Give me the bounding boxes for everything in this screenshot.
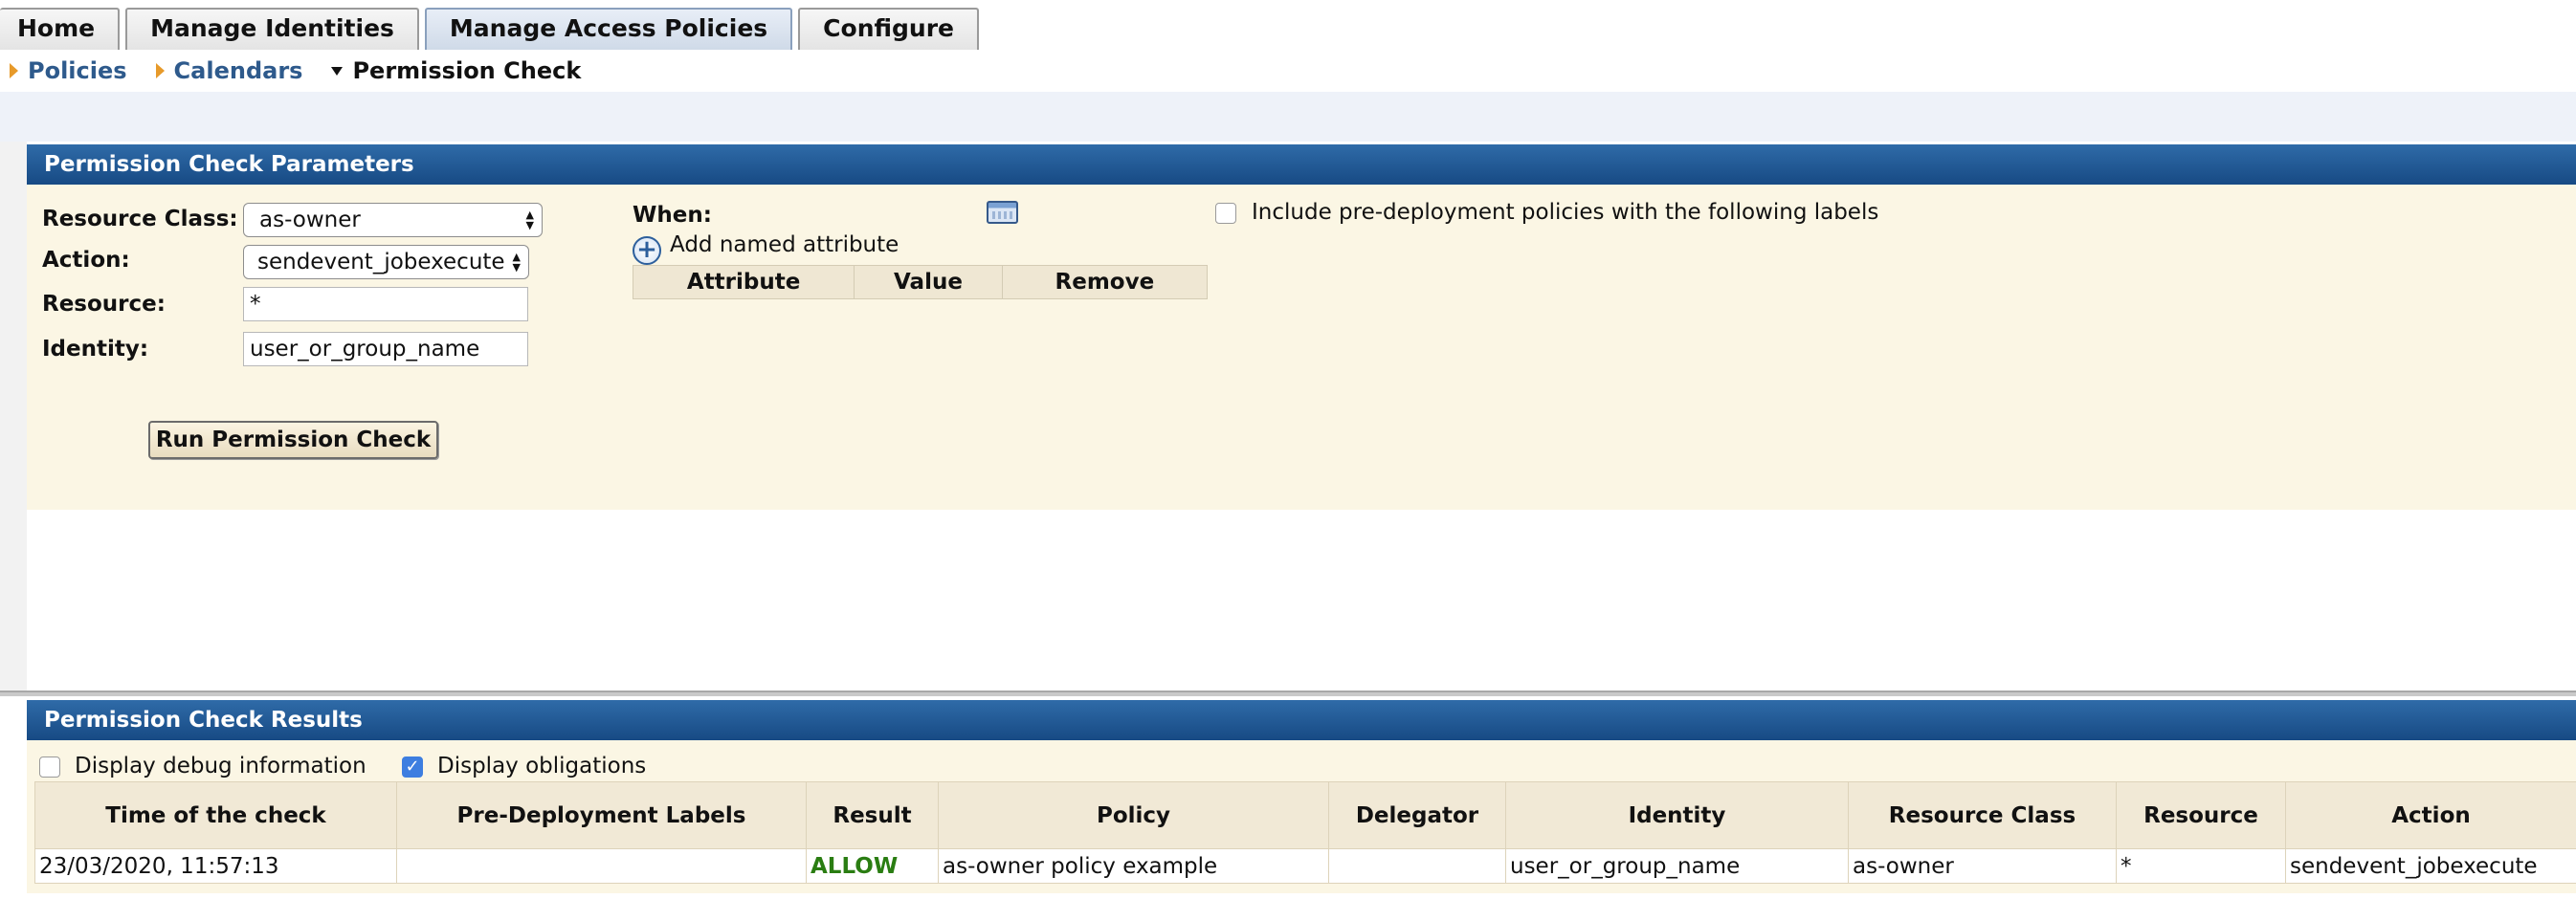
resource-class-select[interactable]: as-owner ▲ ▼ (243, 203, 543, 237)
attribute-column-header: Attribute (633, 266, 855, 298)
action-cell: sendevent_jobexecute (2285, 848, 2576, 884)
subnav-label: Permission Check (352, 57, 582, 84)
params-panel-header: Permission Check Parameters (27, 144, 2576, 185)
collapse-arrow-icon (331, 66, 344, 76)
tab-configure[interactable]: Configure (798, 8, 980, 50)
tab-manage-identities[interactable]: Manage Identities (125, 8, 419, 50)
resource-cell: * (2116, 848, 2286, 884)
result-cell: ALLOW (806, 848, 939, 884)
policy-cell[interactable]: as-owner policy example (938, 848, 1329, 884)
column-header[interactable]: Action (2285, 781, 2576, 849)
column-header[interactable]: Result (806, 781, 939, 849)
results-table: Time of the check Pre-Deployment Labels … (34, 781, 2576, 884)
header-band (0, 92, 2576, 142)
column-header[interactable]: Time of the check (34, 781, 397, 849)
debug-label: Display debug information (75, 754, 366, 778)
delegator-cell (1328, 848, 1506, 884)
resource-class-label: Resource Class: (42, 207, 238, 231)
subnav-item-calendars[interactable]: Calendars (155, 57, 303, 84)
expand-arrow-icon (10, 63, 18, 78)
subnav-label[interactable]: Policies (28, 57, 127, 84)
resource-class-cell: as-owner (1848, 848, 2117, 884)
add-named-attribute-link[interactable]: Add named attribute (670, 232, 899, 257)
obligations-label: Display obligations (437, 754, 647, 778)
labels-cell (396, 848, 807, 884)
calendar-icon[interactable] (987, 201, 1018, 224)
include-predeploy-checkbox[interactable] (1215, 203, 1236, 224)
results-panel-header: Permission Check Results (27, 700, 2576, 740)
action-value: sendevent_jobexecute (257, 250, 505, 274)
pane-splitter[interactable] (0, 691, 2576, 696)
column-header[interactable]: Pre-Deployment Labels (396, 781, 807, 849)
action-select[interactable]: sendevent_jobexecute ▲ ▼ (243, 245, 529, 279)
time-cell: 23/03/2020, 11:57:13 (34, 848, 397, 884)
expand-arrow-icon (155, 63, 165, 78)
resource-label: Resource: (42, 292, 166, 317)
left-gutter (0, 142, 27, 691)
remove-column-header: Remove (1055, 270, 1155, 295)
subnav-label[interactable]: Calendars (174, 57, 303, 84)
table-row[interactable]: 23/03/2020, 11:57:13 ALLOW as-owner poli… (34, 848, 2576, 884)
tab-home[interactable]: Home (0, 8, 121, 50)
resource-class-value: as-owner (259, 208, 361, 232)
identity-label: Identity: (42, 337, 149, 362)
identity-input[interactable] (243, 332, 528, 366)
column-header[interactable]: Identity (1505, 781, 1849, 849)
obligations-checkbox[interactable]: ✓ (402, 756, 423, 778)
run-permission-check-button[interactable]: Run Permission Check (148, 421, 438, 459)
column-header[interactable]: Delegator (1328, 781, 1506, 849)
subnav-item-policies[interactable]: Policies (10, 57, 127, 84)
column-header[interactable]: Resource Class (1848, 781, 2117, 849)
select-arrows-icon: ▲ ▼ (525, 208, 534, 231)
value-column-header: Value (855, 266, 1003, 298)
when-label: When: (633, 203, 712, 228)
results-header-row: Time of the check Pre-Deployment Labels … (34, 781, 2576, 849)
resource-input[interactable] (243, 287, 528, 321)
column-header[interactable]: Resource (2116, 781, 2286, 849)
add-circle-icon[interactable]: + (633, 236, 661, 265)
top-tabs: Home Manage Identities Manage Access Pol… (0, 8, 985, 50)
select-arrows-icon: ▲ ▼ (512, 251, 521, 274)
subnav-item-permission-check[interactable]: Permission Check (331, 57, 581, 84)
action-label: Action: (42, 248, 130, 273)
debug-checkbox[interactable] (39, 756, 60, 778)
column-header[interactable]: Policy (938, 781, 1329, 849)
include-predeploy-label: Include pre-deployment policies with the… (1252, 200, 1879, 225)
sub-navigation: Policies Calendars Permission Check (10, 57, 610, 84)
attribute-table-header: Attribute Value Remove (633, 265, 1208, 299)
tab-manage-access-policies[interactable]: Manage Access Policies (424, 8, 793, 50)
identity-cell: user_or_group_name (1505, 848, 1849, 884)
